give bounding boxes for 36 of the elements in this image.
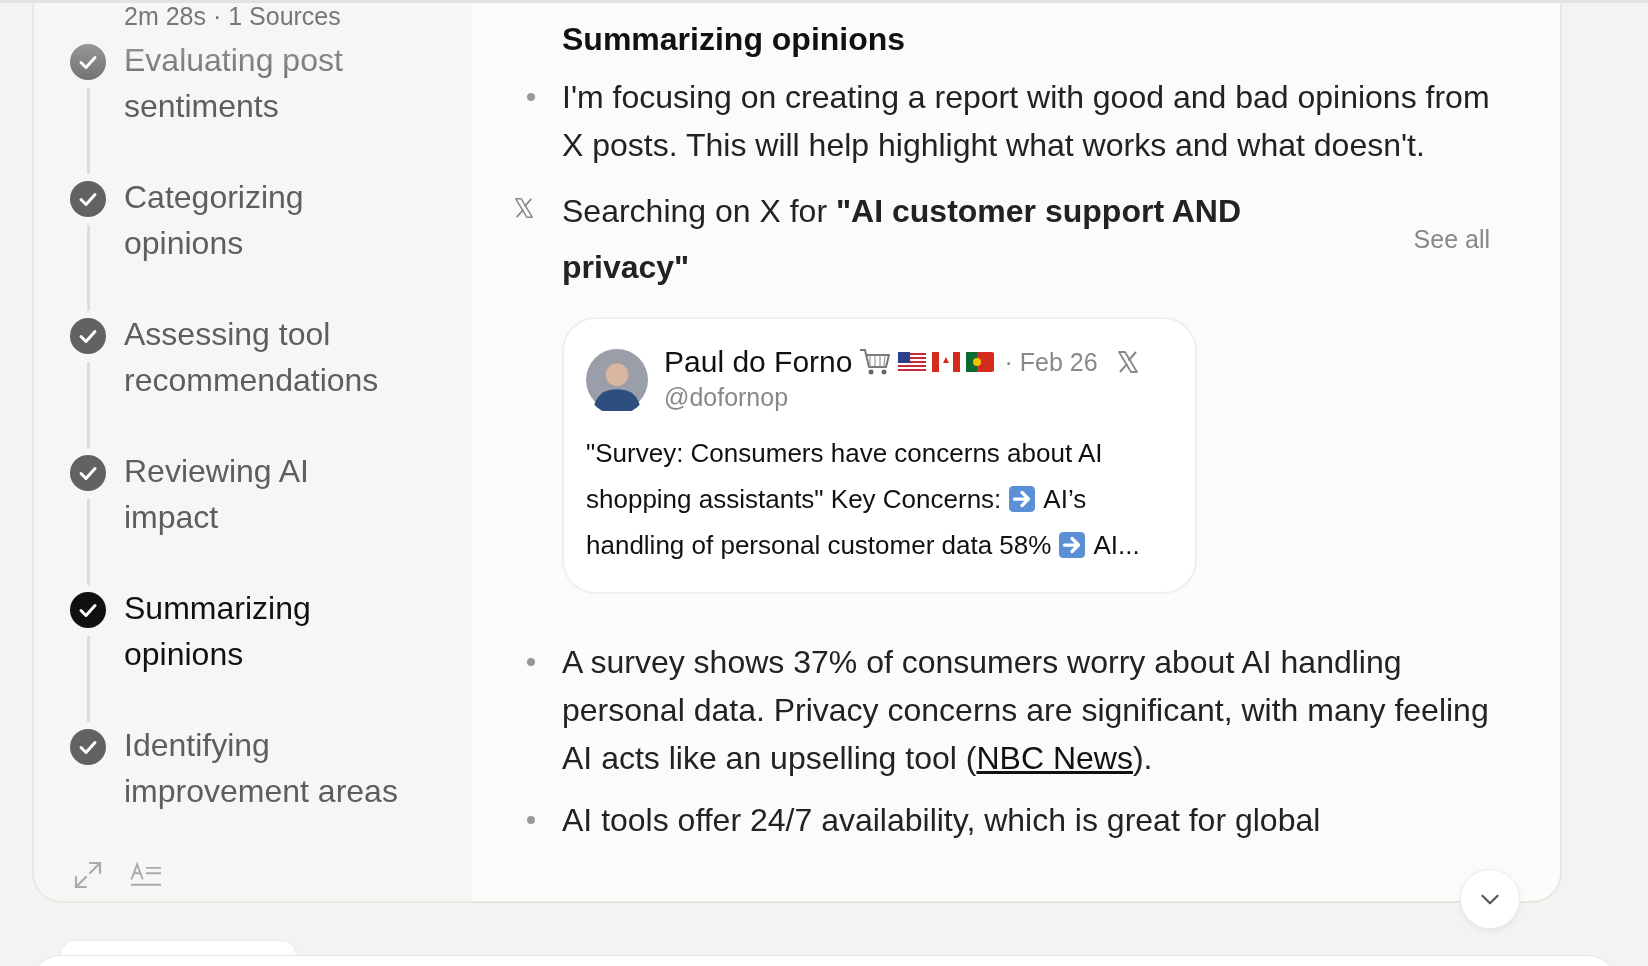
cart-icon — [858, 347, 893, 377]
post-text: handling of personal customer data 58% — [586, 529, 1052, 562]
duration-sources: 2m 28s · 1 Sources — [123, 3, 342, 29]
flag-icon — [898, 352, 927, 372]
flag-icon — [932, 352, 961, 372]
post-date: · Feb 26 — [1004, 347, 1098, 377]
expand-icon[interactable] — [72, 859, 104, 891]
x-logo-icon — [513, 197, 535, 219]
avatar — [586, 349, 648, 411]
bullet-dot — [527, 816, 535, 824]
source-link[interactable]: NBC News — [976, 740, 1133, 776]
post-text: "Survey: Consumers have concerns about AI — [586, 437, 1103, 470]
step-label[interactable]: Categorizing opinions — [124, 174, 409, 311]
x-logo-icon — [1115, 350, 1140, 374]
step-label[interactable]: Evaluating post sentiments — [124, 37, 409, 174]
bullet-text: AI tools offer 24/7 availability, which is great for global — [562, 801, 1322, 840]
bullet-dot — [527, 93, 535, 101]
panel-tab[interactable] — [60, 940, 297, 956]
bullet-dot — [527, 658, 535, 666]
bullet-text: A survey shows 37% of consumers worry about AI handling personal data. Privacy concerns are significant, with many feeling AI acts like an upselling tool (NBC News). — [562, 643, 1490, 778]
author-handle: @dofornop — [664, 383, 790, 412]
search-query: Searching on X for "AI customer support AND privacy" — [562, 192, 1243, 287]
section-heading: Summarizing opinions — [562, 20, 907, 59]
post-card[interactable]: Paul do Forno · Feb 26 @dofornop "Survey: Consumers have concerns about AI shopping assistants" Key Concerns: AI’s handling of personal customer data 58% AI... — [562, 317, 1197, 594]
step-label[interactable]: Assessing tool recommendations — [124, 311, 409, 448]
post-text: AI’s — [1043, 483, 1087, 516]
step-label[interactable]: Reviewing AI impact — [124, 448, 409, 585]
flag-icon — [966, 352, 995, 372]
bullet-text: I'm focusing on creating a report with good and bad opinions from X posts. This will help highlight what works and what doesn't. — [562, 78, 1491, 165]
step-label[interactable]: Identifying improvement areas — [124, 722, 409, 859]
post-text: AI... — [1093, 529, 1140, 562]
scroll-down-button[interactable] — [1460, 869, 1520, 929]
see-all-link[interactable]: See all — [1413, 224, 1490, 254]
author-name: Paul do Forno — [664, 345, 853, 379]
step-label[interactable]: Summarizing opinions — [124, 585, 409, 722]
post-text: shopping assistants" Key Concerns: — [586, 483, 1002, 516]
